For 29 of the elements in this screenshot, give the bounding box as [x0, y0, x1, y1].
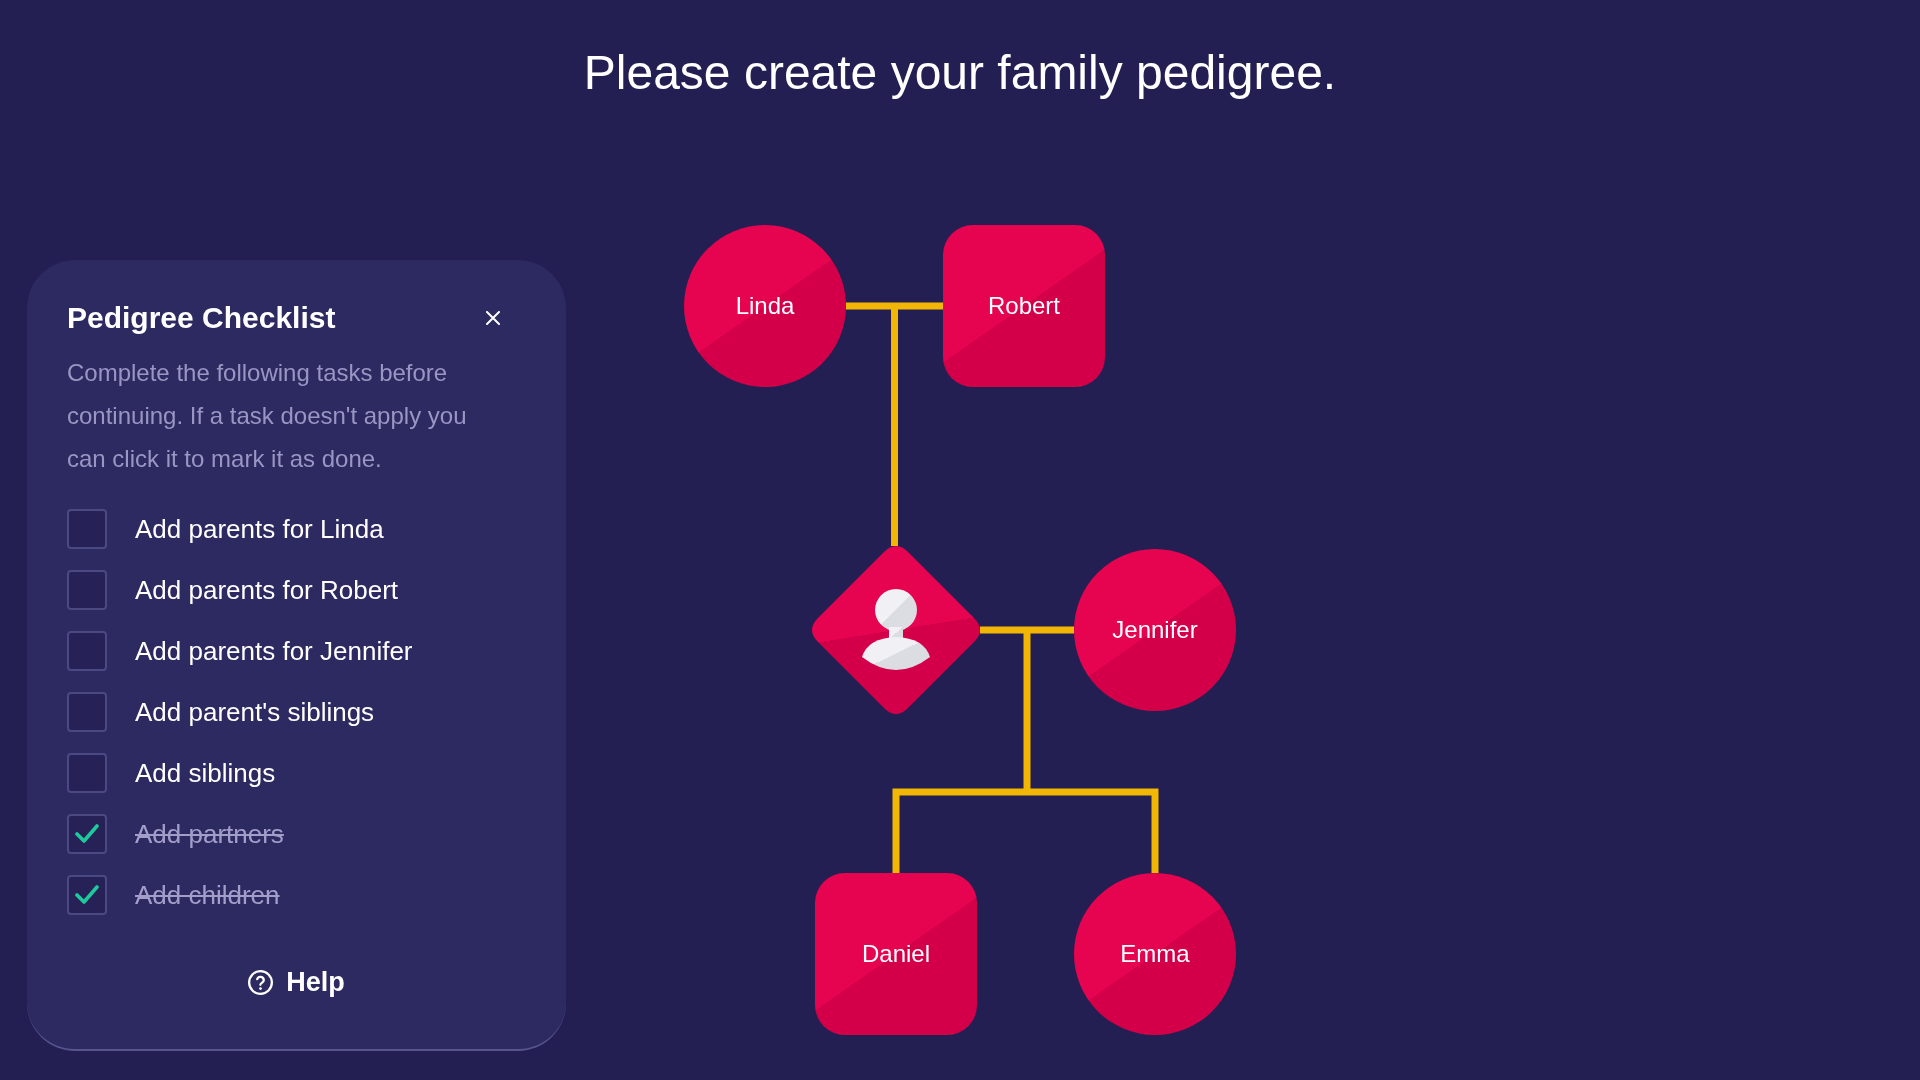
- checkbox[interactable]: [67, 691, 107, 732]
- person-node[interactable]: Robert: [943, 225, 1105, 387]
- task-label: Add children: [135, 878, 280, 911]
- person-node[interactable]: Linda: [684, 225, 846, 387]
- panel-description: Complete the following tasks before continuing. If a task doesn't apply you can click it to mark it as done.: [67, 358, 468, 474]
- close-icon: [486, 311, 500, 325]
- person-node[interactable]: Jennifer: [1074, 549, 1236, 711]
- checkbox[interactable]: [67, 630, 107, 671]
- task-label: Add siblings: [135, 756, 276, 789]
- check-icon: [75, 885, 99, 904]
- task-label: Add parent's siblings: [135, 695, 375, 728]
- person-icon: [862, 589, 930, 671]
- help-button[interactable]: Help: [248, 967, 345, 997]
- checkbox[interactable]: [67, 813, 107, 854]
- task-label: Add partners: [135, 817, 284, 850]
- person-node[interactable]: Daniel: [815, 873, 977, 1035]
- person-node[interactable]: Emma: [1074, 873, 1236, 1035]
- task-label: Add parents for Linda: [135, 512, 384, 545]
- close-button[interactable]: [486, 311, 500, 325]
- task-label: Add parents for Jennifer: [135, 634, 413, 667]
- checkbox[interactable]: [67, 874, 107, 915]
- panel-title: Pedigree Checklist: [67, 300, 337, 336]
- check-icon: [75, 824, 99, 843]
- checkbox[interactable]: [67, 569, 107, 610]
- task-label: Add parents for Robert: [135, 573, 399, 606]
- checkbox[interactable]: [67, 508, 107, 549]
- help-icon: [248, 969, 274, 995]
- checkbox[interactable]: [67, 752, 107, 793]
- page-title: Please create your family pedigree.: [583, 46, 1337, 100]
